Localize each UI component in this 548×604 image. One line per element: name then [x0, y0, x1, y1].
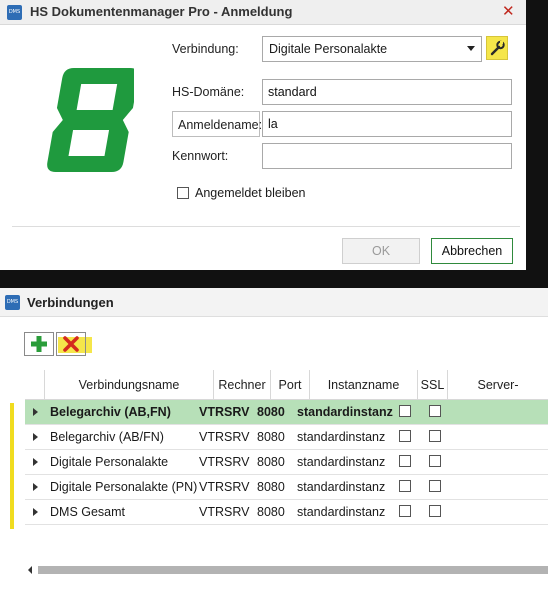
username-input[interactable]	[262, 111, 512, 137]
cell-port: 8080	[257, 480, 285, 494]
table-row[interactable]: Digitale Personalakte (PN) VTRSRV 8080 stan…	[25, 475, 548, 500]
dialog-separator	[12, 226, 520, 227]
column-header-ssl[interactable]: SSL	[418, 370, 448, 400]
column-header-name[interactable]: Verbindungsname	[45, 370, 214, 400]
ssl-checkbox[interactable]	[399, 455, 411, 467]
dialog-title: HS Dokumentenmanager Pro - Anmeldung	[30, 4, 293, 19]
table-row[interactable]: DMS Gesamt VTRSRV 8080 standardinstanz	[25, 500, 548, 525]
ssl-checkbox[interactable]	[399, 505, 411, 517]
cell-port: 8080	[257, 455, 285, 469]
cell-instance: standardinstanz	[297, 480, 386, 494]
app-icon: DMS	[7, 5, 22, 20]
password-input[interactable]	[262, 143, 512, 169]
cell-instance: standardinstanz	[297, 405, 393, 419]
cert-checkbox[interactable]	[429, 480, 441, 492]
ssl-checkbox[interactable]	[399, 430, 411, 442]
expand-icon[interactable]	[33, 433, 38, 441]
table-row[interactable]: Belegarchiv (AB,FN) VTRSRV 8080 standardins…	[25, 400, 548, 425]
expand-icon[interactable]	[33, 408, 38, 416]
ssl-checkbox[interactable]	[399, 405, 411, 417]
cell-port: 8080	[257, 505, 285, 519]
expand-icon[interactable]	[33, 458, 38, 466]
selection-marker	[10, 403, 14, 529]
wrench-icon	[490, 40, 505, 56]
app-icon: DMS	[5, 295, 20, 310]
cell-name: Belegarchiv (AB,FN)	[50, 405, 171, 419]
password-label: Kennwort:	[172, 149, 229, 163]
delete-connection-button[interactable]	[56, 332, 86, 356]
table-row[interactable]: Belegarchiv (AB/FN) VTRSRV 8080 standardins…	[25, 425, 548, 450]
cell-name: Digitale Personalakte	[50, 455, 169, 469]
remember-label: Angemeldet bleiben	[195, 186, 306, 200]
hs-logo-icon	[47, 68, 134, 172]
cert-checkbox[interactable]	[429, 405, 441, 417]
cell-host: VTRSRV	[199, 405, 250, 419]
cell-instance: standardinstanz	[297, 430, 386, 444]
cell-name: Belegarchiv (AB/FN)	[50, 430, 164, 444]
connection-select[interactable]: Digitale Personalakte	[262, 36, 482, 62]
close-icon[interactable]: ✕	[502, 2, 515, 20]
cell-host: VTRSRV	[199, 430, 250, 444]
username-label: Anmeldename:	[172, 111, 262, 137]
domain-input[interactable]	[262, 79, 512, 105]
column-header-port[interactable]: Port	[271, 370, 310, 400]
scroll-left-icon[interactable]	[28, 566, 32, 574]
plus-icon	[31, 336, 47, 352]
column-header-cert[interactable]: Server-Zertifizierung	[448, 370, 548, 422]
cell-host: VTRSRV	[199, 505, 250, 519]
cert-checkbox[interactable]	[429, 430, 441, 442]
cell-host: VTRSRV	[199, 480, 250, 494]
delete-x-icon	[63, 336, 79, 352]
table-row[interactable]: Digitale Personalakte VTRSRV 8080 standardi…	[25, 450, 548, 475]
cell-port: 8080	[257, 430, 285, 444]
ssl-checkbox[interactable]	[399, 480, 411, 492]
cell-port: 8080	[257, 405, 285, 419]
connections-title: Verbindungen	[27, 295, 114, 310]
column-header-host[interactable]: Rechner	[214, 370, 271, 400]
domain-label: HS-Domäne:	[172, 85, 245, 99]
cell-name: DMS Gesamt	[50, 505, 126, 519]
connection-label: Verbindung:	[172, 42, 239, 56]
connection-settings-button[interactable]	[486, 36, 508, 60]
cell-instance: standardinstanz	[297, 455, 386, 469]
chevron-down-icon[interactable]	[467, 46, 475, 51]
connections-titlebar: DMS Verbindungen	[0, 288, 548, 317]
header-expander-col	[25, 370, 45, 400]
connection-select-value: Digitale Personalakte	[269, 42, 388, 56]
cert-checkbox[interactable]	[429, 455, 441, 467]
horizontal-scrollbar[interactable]	[38, 566, 548, 574]
login-dialog: DMS HS Dokumentenmanager Pro - Anmeldung…	[0, 0, 526, 270]
expand-icon[interactable]	[33, 483, 38, 491]
expand-icon[interactable]	[33, 508, 38, 516]
cell-name: Digitale Personalakte (PN)	[50, 480, 198, 494]
cert-checkbox[interactable]	[429, 505, 441, 517]
add-connection-button[interactable]	[24, 332, 54, 356]
ok-button[interactable]: OK	[342, 238, 420, 264]
cell-host: VTRSRV	[199, 455, 250, 469]
dialog-titlebar: DMS HS Dokumentenmanager Pro - Anmeldung…	[0, 0, 526, 25]
column-header-instance[interactable]: Instanzname	[310, 370, 418, 400]
cell-instance: standardinstanz	[297, 505, 386, 519]
remember-checkbox[interactable]	[177, 187, 189, 199]
cancel-button[interactable]: Abbrechen	[431, 238, 513, 264]
